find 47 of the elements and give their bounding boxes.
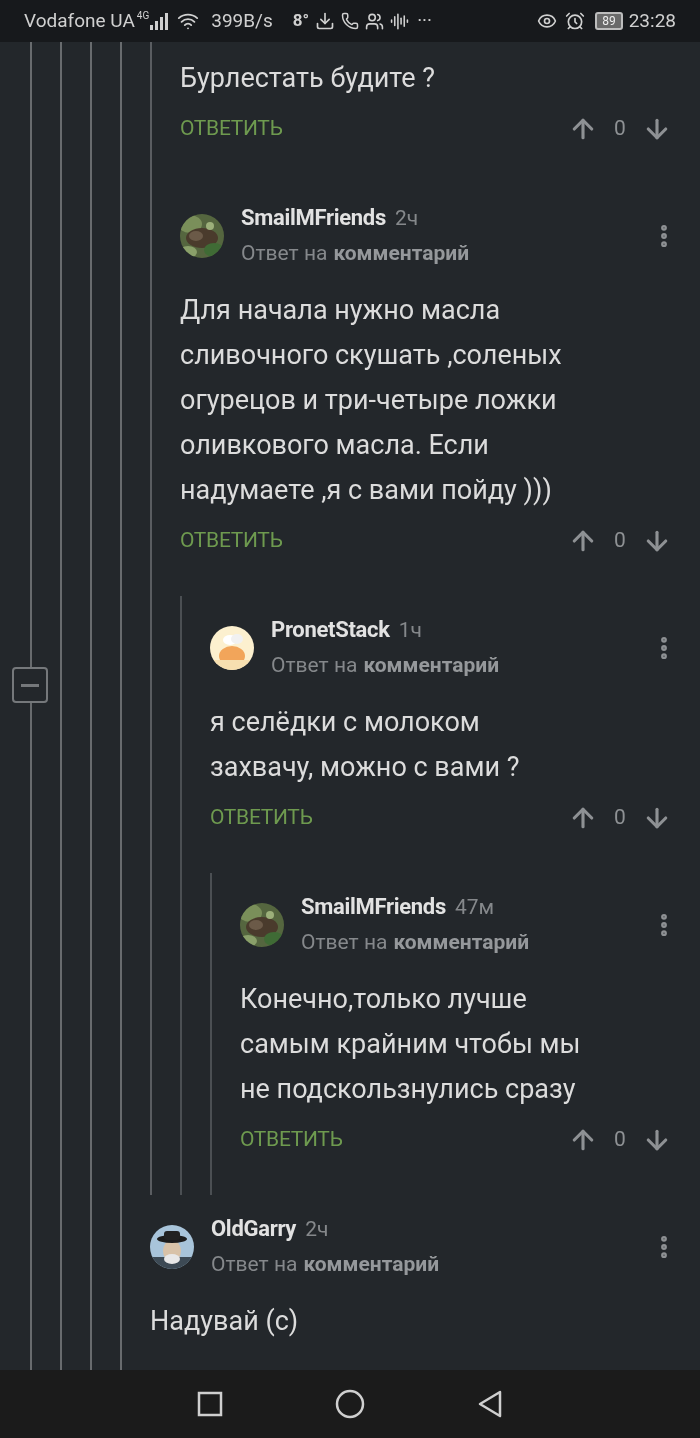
score: 0 bbox=[613, 115, 627, 143]
score: 0 bbox=[613, 804, 627, 832]
score: 0 bbox=[613, 1126, 627, 1154]
comment-time: 2ч bbox=[394, 205, 419, 232]
signal-icon bbox=[149, 12, 170, 30]
comment-text: Для начала нужно масла сливочного скушать ,соленых огурецов и три-четыре ложки оливкового масла. Если надумаете ,я с вами пойду ))) bbox=[180, 293, 563, 508]
author-name[interactable]: OldGarry bbox=[211, 1215, 297, 1243]
author-name[interactable]: PronetStack bbox=[271, 616, 390, 644]
reply-to-label: Ответ на bbox=[271, 652, 358, 679]
parent-comment-link[interactable]: комментарий bbox=[393, 928, 530, 956]
back-icon[interactable] bbox=[477, 1390, 503, 1418]
comment-text: Надувай (с) bbox=[150, 1304, 300, 1339]
reply-link[interactable]: ОТВЕТИТЬ bbox=[180, 113, 283, 145]
reply-link[interactable]: ОТВЕТИТЬ bbox=[210, 802, 313, 834]
comment-text: Бурлестать будите ? bbox=[180, 61, 436, 96]
temperature: 8° bbox=[292, 9, 310, 33]
alarm-icon bbox=[565, 11, 586, 31]
score: 0 bbox=[613, 527, 627, 555]
reply-to-label: Ответ на bbox=[301, 929, 388, 956]
comment-time: 47м bbox=[454, 894, 495, 921]
recent-apps-icon[interactable] bbox=[197, 1391, 223, 1417]
author-name[interactable]: SmailMFriends bbox=[241, 204, 386, 232]
parent-comment-link[interactable]: комментарий bbox=[363, 651, 500, 679]
comment-time: 1ч bbox=[398, 617, 422, 644]
eye-icon bbox=[537, 11, 558, 31]
network-speed: 399B/s bbox=[211, 7, 273, 34]
parent-comment-link[interactable]: комментарий bbox=[303, 1250, 440, 1278]
collapse-button[interactable] bbox=[12, 667, 48, 703]
author-name[interactable]: SmailMFriends bbox=[301, 893, 446, 921]
parent-comment-link[interactable]: комментарий bbox=[333, 239, 470, 267]
home-icon[interactable] bbox=[335, 1389, 365, 1419]
comment-time: 2ч bbox=[305, 1216, 329, 1243]
download-icon bbox=[315, 11, 336, 31]
battery: 89 bbox=[595, 12, 623, 30]
carrier: Vodafone UA bbox=[24, 7, 135, 34]
comment-text: Конечно,только лучше самым крайним чтобы мы не подскользнулись сразу bbox=[240, 982, 582, 1107]
reply-link[interactable]: ОТВЕТИТЬ bbox=[240, 1124, 343, 1156]
network-type: 4G bbox=[136, 9, 150, 23]
reply-to-label: Ответ на bbox=[211, 1251, 298, 1278]
reply-to-label: Ответ на bbox=[241, 240, 328, 267]
clock: 23:28 bbox=[628, 7, 676, 34]
people-icon bbox=[365, 11, 385, 31]
phone-icon bbox=[341, 12, 360, 30]
comment-text: я селёдки с молоком захвачу, можно с вами ? bbox=[210, 705, 521, 785]
more-notifications: ··· bbox=[417, 7, 433, 34]
sound-wave-icon bbox=[390, 11, 410, 31]
reply-link[interactable]: ОТВЕТИТЬ bbox=[180, 525, 283, 557]
